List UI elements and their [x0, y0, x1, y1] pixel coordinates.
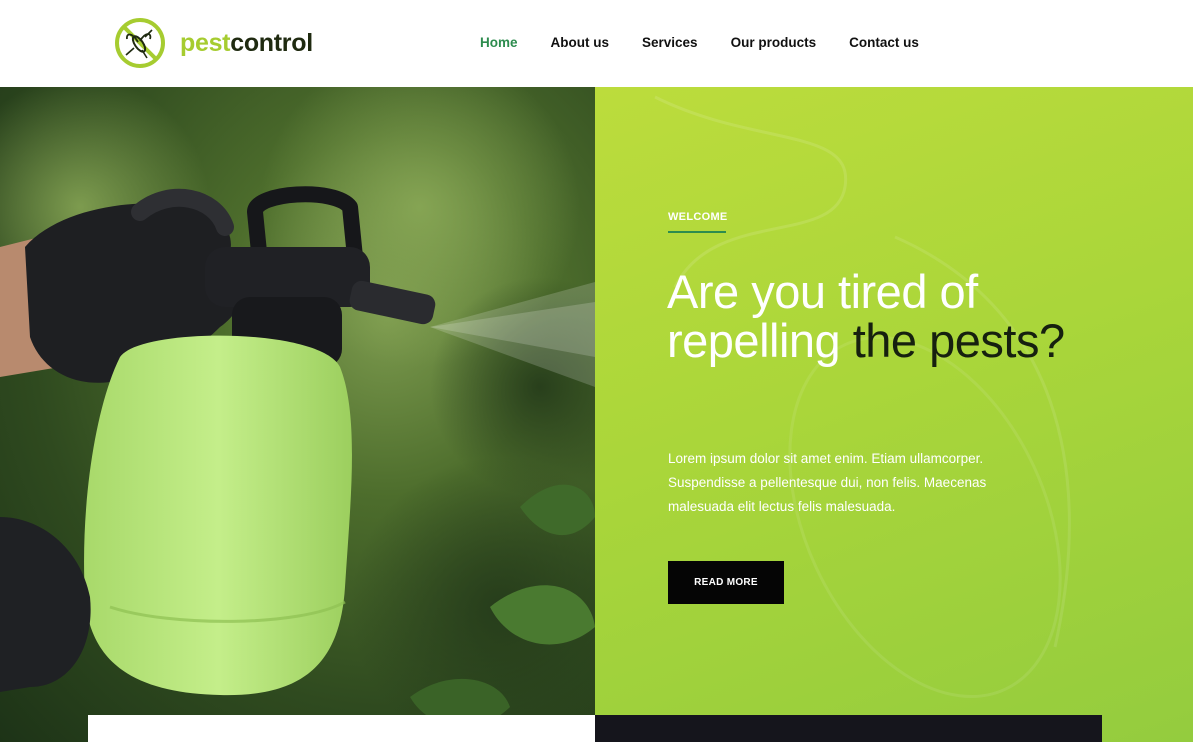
- site-header: pestcontrol Home About us Services Our p…: [0, 0, 1193, 87]
- spray-bottle-illustration: [0, 87, 595, 742]
- logo-text: pestcontrol: [180, 28, 313, 57]
- hero-panel: WELCOME Are you tired of repelling the p…: [595, 87, 1193, 742]
- decorative-watermark: [654, 95, 1071, 699]
- nav-contact-us[interactable]: Contact us: [849, 35, 919, 51]
- headline-dark: the pests?: [852, 314, 1065, 367]
- hero-headline: Are you tired of repelling the pests?: [667, 267, 1087, 365]
- feature-card-dark: [595, 715, 1102, 742]
- nav-home[interactable]: Home: [480, 35, 518, 51]
- hero-description: Lorem ipsum dolor sit amet enim. Etiam u…: [668, 451, 987, 514]
- read-more-button[interactable]: READ MORE: [668, 561, 784, 604]
- main-nav: Home About us Services Our products Cont…: [480, 35, 952, 51]
- nav-services[interactable]: Services: [642, 35, 698, 51]
- logo-text-pest: pest: [180, 28, 231, 57]
- nav-our-products[interactable]: Our products: [731, 35, 817, 51]
- logo-text-control: control: [230, 28, 313, 57]
- nav-about-us[interactable]: About us: [551, 35, 610, 51]
- feature-card-light: [88, 715, 595, 742]
- hero-image: [0, 87, 595, 742]
- mosquito-no-icon: [115, 18, 165, 68]
- hero-eyebrow: WELCOME: [668, 211, 728, 223]
- eyebrow-underline: [668, 231, 726, 233]
- logo[interactable]: pestcontrol: [114, 17, 313, 69]
